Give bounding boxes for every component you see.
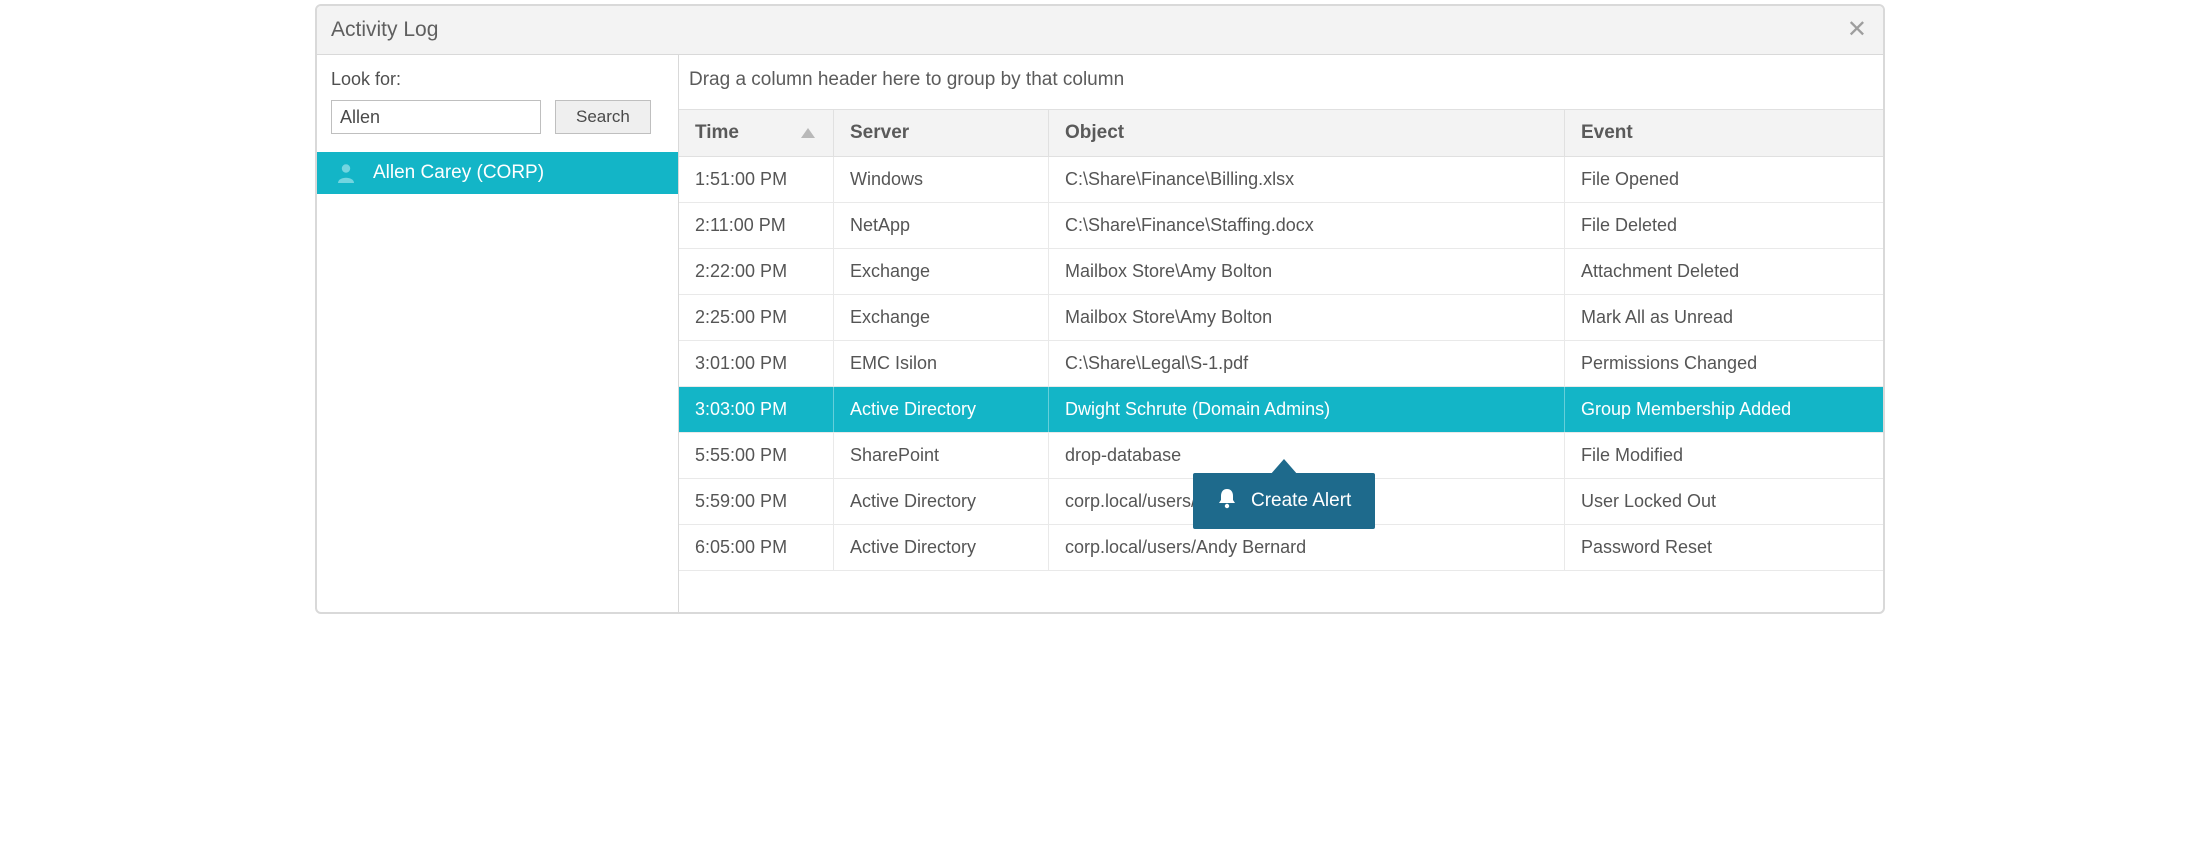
- events-table: Time Server Object Event 1:51:00 PMW: [679, 109, 1883, 571]
- cell-event: File Modified: [1565, 433, 1875, 478]
- window-title: Activity Log: [331, 18, 438, 42]
- table-row[interactable]: 2:22:00 PMExchangeMailbox Store\Amy Bolt…: [679, 249, 1883, 295]
- col-header-object-label: Object: [1065, 122, 1124, 144]
- cell-event: Attachment Deleted: [1565, 249, 1875, 294]
- col-header-event-label: Event: [1581, 122, 1633, 144]
- cell-object: C:\Share\Legal\S-1.pdf: [1049, 341, 1565, 386]
- cell-object: corp.local/users/Andy Bernard: [1049, 525, 1565, 570]
- cell-object: C:\Share\Finance\Billing.xlsx: [1049, 157, 1565, 202]
- table-row[interactable]: 1:51:00 PMWindowsC:\Share\Finance\Billin…: [679, 157, 1883, 203]
- cell-event: Password Reset: [1565, 525, 1875, 570]
- activity-log-window: Activity Log ✕ Look for: Search Allen Ca: [315, 4, 1885, 614]
- cell-server: Exchange: [834, 249, 1049, 294]
- cell-server: Windows: [834, 157, 1049, 202]
- col-header-event[interactable]: Event: [1565, 110, 1875, 156]
- cell-event: Permissions Changed: [1565, 341, 1875, 386]
- cell-object: Mailbox Store\Amy Bolton: [1049, 249, 1565, 294]
- table-row[interactable]: 3:01:00 PMEMC IsilonC:\Share\Legal\S-1.p…: [679, 341, 1883, 387]
- cell-time: 5:55:00 PM: [679, 433, 834, 478]
- cell-server: EMC Isilon: [834, 341, 1049, 386]
- table-row[interactable]: 3:03:00 PMActive DirectoryDwight Schrute…: [679, 387, 1883, 433]
- sidebar: Look for: Search Allen Carey (CORP): [317, 55, 679, 612]
- cell-time: 2:11:00 PM: [679, 203, 834, 248]
- search-area: Look for: Search: [317, 55, 678, 152]
- cell-event: Mark All as Unread: [1565, 295, 1875, 340]
- cell-event: Group Membership Added: [1565, 387, 1875, 432]
- cell-object: Mailbox Store\Amy Bolton: [1049, 295, 1565, 340]
- cell-server: SharePoint: [834, 433, 1049, 478]
- window-body: Look for: Search Allen Carey (CORP) Drag…: [317, 55, 1883, 612]
- cell-server: NetApp: [834, 203, 1049, 248]
- search-button[interactable]: Search: [555, 100, 651, 134]
- create-alert-popover[interactable]: Create Alert: [1193, 473, 1375, 529]
- cell-object: Dwight Schrute (Domain Admins): [1049, 387, 1565, 432]
- search-row: Search: [331, 100, 664, 134]
- main-panel: Drag a column header here to group by th…: [679, 55, 1883, 612]
- col-header-server-label: Server: [850, 122, 909, 144]
- cell-time: 2:22:00 PM: [679, 249, 834, 294]
- col-header-time[interactable]: Time: [679, 110, 834, 156]
- cell-object: C:\Share\Finance\Staffing.docx: [1049, 203, 1565, 248]
- cell-event: File Opened: [1565, 157, 1875, 202]
- cell-time: 3:03:00 PM: [679, 387, 834, 432]
- cell-object: drop-database: [1049, 433, 1565, 478]
- sidebar-result-item[interactable]: Allen Carey (CORP): [317, 152, 678, 194]
- table-row[interactable]: 2:25:00 PMExchangeMailbox Store\Amy Bolt…: [679, 295, 1883, 341]
- cell-event: File Deleted: [1565, 203, 1875, 248]
- cell-time: 1:51:00 PM: [679, 157, 834, 202]
- sort-asc-icon: [801, 128, 815, 138]
- group-by-bar[interactable]: Drag a column header here to group by th…: [679, 55, 1883, 109]
- table-header-row: Time Server Object Event: [679, 109, 1883, 157]
- table-row[interactable]: 6:05:00 PMActive Directorycorp.local/use…: [679, 525, 1883, 571]
- sidebar-result-label: Allen Carey (CORP): [373, 162, 544, 184]
- search-input[interactable]: [331, 100, 541, 134]
- cell-time: 3:01:00 PM: [679, 341, 834, 386]
- col-header-server[interactable]: Server: [834, 110, 1049, 156]
- table-row[interactable]: 2:11:00 PMNetAppC:\Share\Finance\Staffin…: [679, 203, 1883, 249]
- lookfor-label: Look for:: [331, 69, 664, 90]
- cell-server: Active Directory: [834, 525, 1049, 570]
- cell-time: 5:59:00 PM: [679, 479, 834, 524]
- col-header-object[interactable]: Object: [1049, 110, 1565, 156]
- col-header-time-label: Time: [695, 122, 739, 144]
- cell-server: Active Directory: [834, 479, 1049, 524]
- close-icon[interactable]: ✕: [1847, 18, 1867, 42]
- user-icon: [337, 163, 355, 183]
- cell-server: Active Directory: [834, 387, 1049, 432]
- cell-event: User Locked Out: [1565, 479, 1875, 524]
- create-alert-label: Create Alert: [1251, 490, 1351, 512]
- cell-time: 2:25:00 PM: [679, 295, 834, 340]
- bell-icon: [1217, 487, 1237, 515]
- cell-server: Exchange: [834, 295, 1049, 340]
- cell-time: 6:05:00 PM: [679, 525, 834, 570]
- titlebar: Activity Log ✕: [317, 6, 1883, 55]
- table-body: 1:51:00 PMWindowsC:\Share\Finance\Billin…: [679, 157, 1883, 571]
